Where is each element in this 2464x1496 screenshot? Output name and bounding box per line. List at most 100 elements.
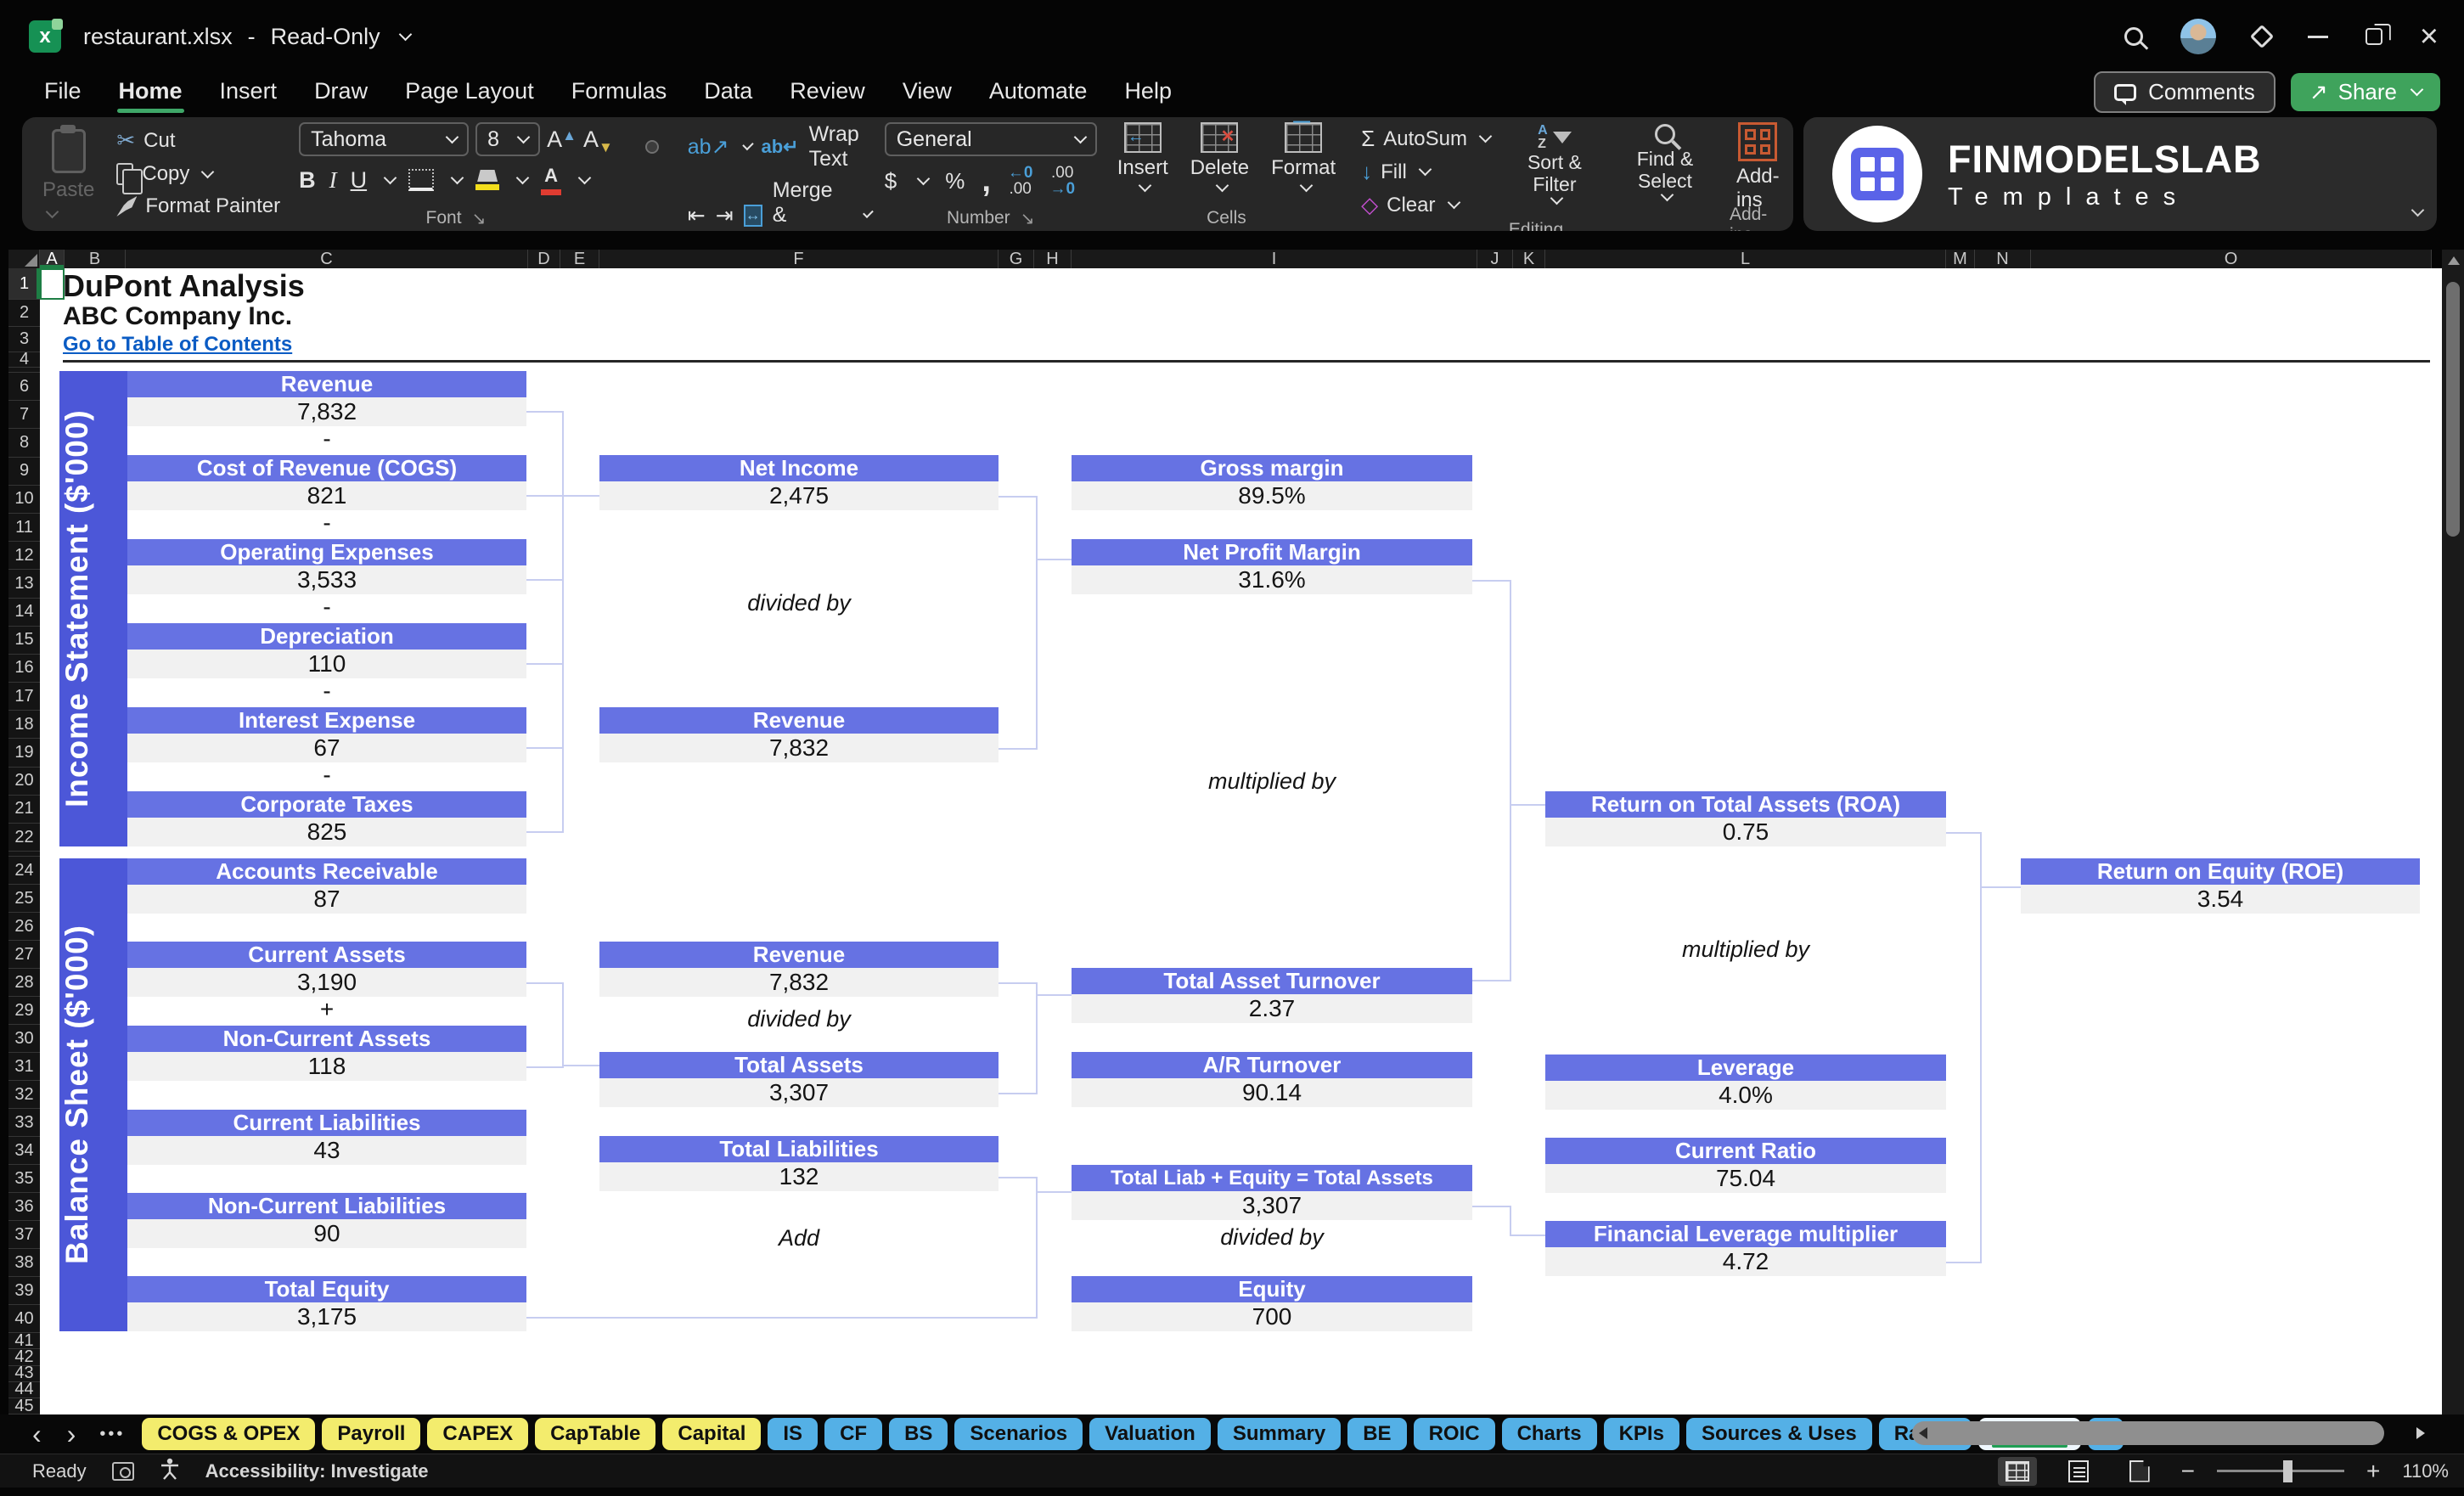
- sort-filter-button[interactable]: AZ Sort & Filter: [1504, 122, 1606, 205]
- row-header-43[interactable]: 43: [8, 1366, 40, 1382]
- sheet-tab-scenarios[interactable]: Scenarios: [954, 1418, 1083, 1450]
- box-gross-margin-value[interactable]: 89.5%: [1072, 481, 1472, 510]
- clear-button[interactable]: ◇Clear: [1356, 190, 1495, 220]
- box-total-assets-value[interactable]: 3,307: [599, 1078, 999, 1107]
- delete-cells-button[interactable]: ✕ Delete: [1184, 122, 1256, 193]
- addins-button[interactable]: Add-ins: [1730, 122, 1786, 212]
- dialog-launcher-icon[interactable]: ↘: [472, 208, 487, 229]
- box-net-profit-margin-value[interactable]: 31.6%: [1072, 565, 1472, 594]
- restore-button[interactable]: [2366, 28, 2382, 45]
- row-header-18[interactable]: 18: [8, 711, 40, 739]
- row-header-12[interactable]: 12: [8, 542, 40, 570]
- row-header-40[interactable]: 40: [8, 1305, 40, 1333]
- menu-tab-insert[interactable]: Insert: [206, 73, 291, 110]
- menu-tab-draw[interactable]: Draw: [301, 73, 381, 110]
- row-header-30[interactable]: 30: [8, 1025, 40, 1053]
- column-header-A[interactable]: A: [40, 250, 65, 268]
- menu-tab-help[interactable]: Help: [1111, 73, 1185, 110]
- zoom-slider-thumb[interactable]: [2283, 1460, 2292, 1482]
- column-header-O[interactable]: O: [2031, 250, 2432, 268]
- row-header-27[interactable]: 27: [8, 941, 40, 969]
- menu-tab-page-layout[interactable]: Page Layout: [391, 73, 548, 110]
- menu-tab-review[interactable]: Review: [776, 73, 879, 110]
- orientation-button[interactable]: ab↗: [688, 134, 729, 160]
- menu-tab-data[interactable]: Data: [690, 73, 766, 110]
- column-header-L[interactable]: L: [1545, 250, 1946, 268]
- scroll-up-icon[interactable]: [2448, 256, 2460, 265]
- box-roa-value[interactable]: 0.75: [1545, 818, 1946, 846]
- row-header-13[interactable]: 13: [8, 570, 40, 598]
- row-header-33[interactable]: 33: [8, 1109, 40, 1137]
- row-header-21[interactable]: 21: [8, 796, 40, 824]
- zoom-out-button[interactable]: −: [2181, 1458, 2195, 1485]
- row-header-7[interactable]: 7: [8, 401, 40, 429]
- bold-button[interactable]: B: [299, 167, 316, 194]
- row-header-36[interactable]: 36: [8, 1193, 40, 1221]
- box-total-equity-value[interactable]: 3,175: [127, 1302, 526, 1331]
- row-header-14[interactable]: 14: [8, 599, 40, 627]
- increase-indent-button[interactable]: ⇥: [716, 203, 734, 228]
- row-header-9[interactable]: 9: [8, 458, 40, 486]
- row-header-26[interactable]: 26: [8, 913, 40, 941]
- row-header-29[interactable]: 29: [8, 997, 40, 1025]
- sheet-tab-bs[interactable]: BS: [889, 1418, 948, 1450]
- column-header-M[interactable]: M: [1946, 250, 1975, 268]
- sheet-tab-be[interactable]: BE: [1347, 1418, 1406, 1450]
- fill-color-icon[interactable]: [475, 170, 499, 190]
- sheet-tab-kpis[interactable]: KPIs: [1604, 1418, 1679, 1450]
- row-header-19[interactable]: 19: [8, 739, 40, 767]
- normal-view-button[interactable]: [1998, 1457, 2037, 1486]
- menu-tab-view[interactable]: View: [889, 73, 965, 110]
- copy-button[interactable]: Copy: [111, 160, 285, 188]
- chevron-down-icon[interactable]: [398, 27, 412, 41]
- select-all-corner[interactable]: [8, 250, 40, 268]
- row-header-45[interactable]: 45: [8, 1398, 40, 1414]
- row-header-2[interactable]: 2: [8, 300, 40, 327]
- comments-button[interactable]: Comments: [2094, 71, 2276, 113]
- box-current-ratio-value[interactable]: 75.04: [1545, 1164, 1946, 1193]
- row-header-20[interactable]: 20: [8, 768, 40, 796]
- row-header-31[interactable]: 31: [8, 1053, 40, 1081]
- row-header-1[interactable]: 1: [8, 268, 40, 300]
- insert-cells-button[interactable]: ← Insert: [1111, 122, 1175, 193]
- column-header-H[interactable]: H: [1034, 250, 1072, 268]
- row-header-41[interactable]: 41: [8, 1333, 40, 1349]
- box-roe-value[interactable]: 3.54: [2021, 885, 2420, 914]
- scroll-left-icon[interactable]: [1919, 1427, 1927, 1439]
- column-header-F[interactable]: F: [599, 250, 999, 268]
- box-tle-value[interactable]: 3,307: [1072, 1191, 1472, 1220]
- format-painter-button[interactable]: Format Painter: [111, 193, 285, 220]
- number-format-select[interactable]: General: [885, 122, 1097, 156]
- vertical-scrollbar-thumb[interactable]: [2446, 282, 2460, 537]
- row-header-11[interactable]: 11: [8, 514, 40, 542]
- align-right-button[interactable]: [667, 211, 678, 221]
- row-header-17[interactable]: 17: [8, 683, 40, 711]
- row-header-28[interactable]: 28: [8, 969, 40, 997]
- row-header-10[interactable]: 10: [8, 486, 40, 514]
- row-header-44[interactable]: 44: [8, 1382, 40, 1398]
- menu-tab-file[interactable]: File: [31, 73, 95, 110]
- autosum-button[interactable]: ΣAutoSum: [1356, 124, 1495, 154]
- box-current-assets-value[interactable]: 3,190: [127, 968, 526, 997]
- column-header-N[interactable]: N: [1975, 250, 2031, 268]
- box-revenue2-value[interactable]: 7,832: [599, 734, 999, 762]
- macro-record-icon[interactable]: [112, 1462, 134, 1481]
- increase-decimal-button[interactable]: ←0.00: [1008, 165, 1033, 197]
- column-header-E[interactable]: E: [560, 250, 599, 268]
- column-header-J[interactable]: J: [1477, 250, 1513, 268]
- sheet-tab-valuation[interactable]: Valuation: [1089, 1418, 1211, 1450]
- percent-button[interactable]: %: [945, 168, 965, 194]
- grow-font-button[interactable]: A▲: [547, 127, 577, 153]
- cut-button[interactable]: ✂Cut: [111, 126, 285, 155]
- align-center-button[interactable]: [647, 211, 657, 221]
- box-opex-value[interactable]: 3,533: [127, 565, 526, 594]
- decrease-indent-button[interactable]: ⇤: [688, 203, 706, 228]
- box-ar-value[interactable]: 87: [127, 885, 526, 914]
- box-taxes-value[interactable]: 825: [127, 818, 526, 846]
- column-header-C[interactable]: C: [126, 250, 528, 268]
- box-tat-value[interactable]: 2.37: [1072, 994, 1472, 1023]
- box-cogs-value[interactable]: 821: [127, 481, 526, 510]
- comma-button[interactable]: ,: [982, 172, 991, 189]
- italic-button[interactable]: I: [329, 167, 337, 194]
- sheet-tab-payroll[interactable]: Payroll: [322, 1418, 420, 1450]
